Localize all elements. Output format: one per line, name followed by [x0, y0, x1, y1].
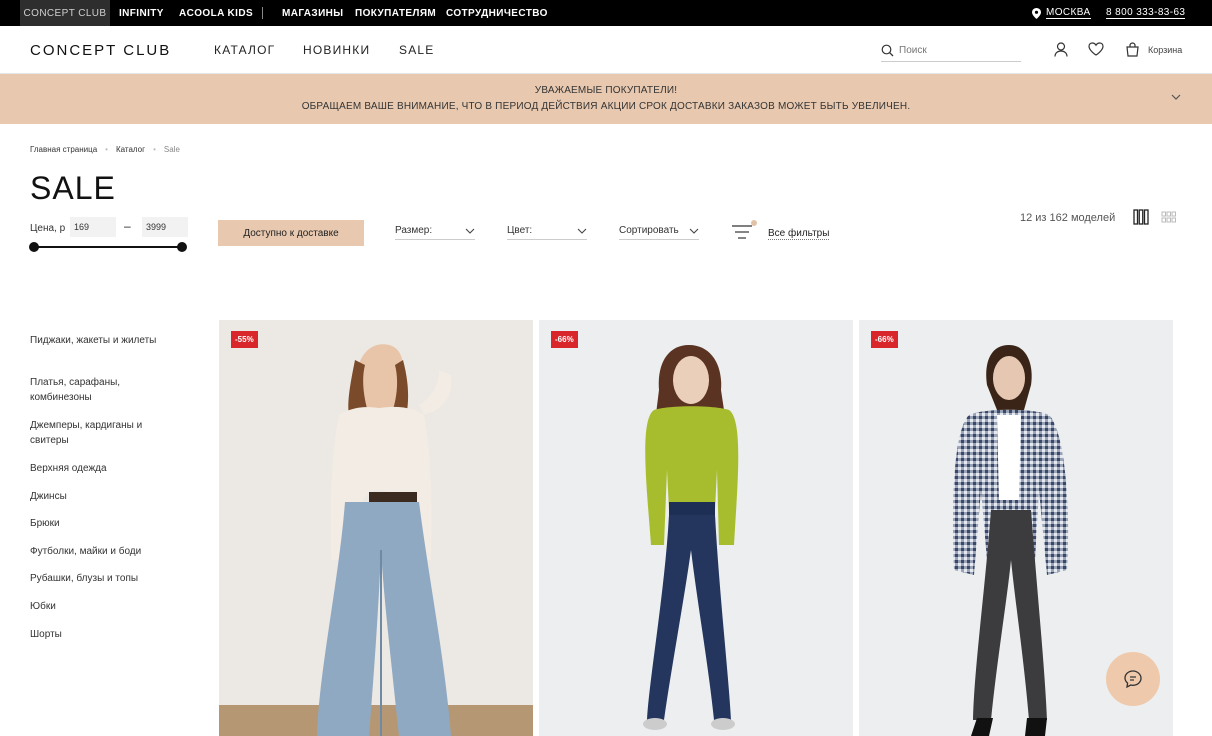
wishlist-button[interactable]: [1087, 40, 1105, 58]
city-name: МОСКВА: [1046, 7, 1091, 19]
product-count: 12 из 162 моделей: [1020, 212, 1116, 224]
search-icon[interactable]: [881, 44, 894, 57]
discount-badge: -66%: [871, 331, 898, 348]
three-column-view-icon[interactable]: [1133, 209, 1149, 225]
grid-view-icon[interactable]: [1161, 209, 1177, 225]
category-skirts[interactable]: Юбки: [30, 599, 180, 614]
category-sweaters[interactable]: Джемперы, кардиганы и свитеры: [30, 418, 180, 448]
price-slider-max-handle[interactable]: [177, 242, 187, 252]
price-slider-track[interactable]: [34, 246, 182, 248]
top-bar: CONCEPT CLUB INFINITY ACOOLA KIDS МАГАЗИ…: [0, 0, 1212, 26]
discount-badge: -55%: [231, 331, 258, 348]
color-dropdown-label: Цвет:: [507, 225, 533, 236]
topbar-divider: [262, 7, 263, 19]
nav-new-arrivals[interactable]: НОВИНКИ: [303, 43, 370, 57]
price-label: Цена, р: [30, 223, 66, 234]
available-for-delivery-button[interactable]: Доступно к доставке: [218, 220, 364, 246]
color-dropdown[interactable]: Цвет:: [507, 222, 587, 240]
search-input[interactable]: [899, 45, 1009, 56]
breadcrumb-home[interactable]: Главная страница: [30, 145, 97, 154]
nav-catalog[interactable]: КАТАЛОГ: [214, 43, 275, 57]
city-selector[interactable]: МОСКВА: [1032, 0, 1091, 26]
chevron-down-icon: [577, 228, 587, 234]
category-dresses[interactable]: Платья, сарафаны, комбинезоны: [30, 375, 180, 405]
site-logo[interactable]: CONCEPT CLUB: [30, 42, 171, 59]
notice-banner: УВАЖАЕМЫЕ ПОКУПАТЕЛИ! ОБРАЩАЕМ ВАШЕ ВНИМ…: [0, 74, 1212, 124]
category-outerwear[interactable]: Верхняя одежда: [30, 461, 180, 476]
category-trousers[interactable]: Брюки: [30, 516, 180, 531]
phone-number: 8 800 333-83-63: [1106, 7, 1186, 19]
topbar-brand-concept-club[interactable]: CONCEPT CLUB: [20, 0, 110, 26]
shopping-bag-icon: [1125, 41, 1139, 57]
price-max-input[interactable]: 3999: [142, 217, 188, 237]
breadcrumb-current: Sale: [163, 145, 180, 154]
chevron-down-icon[interactable]: [1170, 92, 1182, 102]
cart-label[interactable]: Корзина: [1148, 45, 1182, 55]
phone-link[interactable]: 8 800 333-83-63: [1106, 0, 1186, 26]
location-pin-icon: [1032, 7, 1041, 19]
product-image: [219, 320, 533, 736]
discount-badge: -66%: [551, 331, 578, 348]
category-jeans[interactable]: Джинсы: [30, 489, 180, 504]
category-jackets[interactable]: Пиджаки, жакеты и жилеты: [30, 333, 180, 348]
breadcrumb-separator: •: [105, 145, 108, 154]
topbar-link-stores[interactable]: МАГАЗИНЫ: [282, 0, 343, 26]
price-slider-min-handle[interactable]: [29, 242, 39, 252]
price-min-input[interactable]: 169: [70, 217, 116, 237]
size-dropdown[interactable]: Размер:: [395, 222, 475, 240]
topbar-link-customers[interactable]: ПОКУПАТЕЛЯМ: [355, 0, 436, 26]
sort-dropdown[interactable]: Сортировать: [619, 222, 699, 240]
breadcrumb: Главная страница • Каталог • Sale: [30, 145, 180, 154]
filter-icon: [732, 220, 757, 239]
sort-dropdown-label: Сортировать: [619, 225, 679, 236]
topbar-link-partnership[interactable]: СОТРУДНИЧЕСТВО: [446, 0, 548, 26]
breadcrumb-separator: •: [153, 145, 156, 154]
product-card[interactable]: -55%: [219, 320, 533, 736]
breadcrumb-catalog[interactable]: Каталог: [116, 145, 145, 154]
chat-button[interactable]: [1106, 652, 1160, 706]
category-tshirts[interactable]: Футболки, майки и боди: [30, 544, 180, 559]
size-dropdown-label: Размер:: [395, 225, 433, 236]
main-header: CONCEPT CLUB КАТАЛОГ НОВИНКИ SALE Корзин…: [0, 26, 1212, 74]
category-shorts[interactable]: Шорты: [30, 627, 180, 642]
search-bar: [881, 40, 1021, 62]
product-image: [539, 320, 853, 736]
banner-title: УВАЖАЕМЫЕ ПОКУПАТЕЛИ!: [534, 85, 678, 96]
topbar-link-infinity[interactable]: INFINITY: [119, 0, 164, 26]
all-filters-label: Все фильтры: [768, 228, 830, 240]
chat-bubble-icon: [1124, 670, 1142, 689]
chevron-down-icon: [689, 228, 699, 234]
category-shirts[interactable]: Рубашки, блузы и топы: [30, 571, 180, 586]
heart-icon: [1088, 42, 1104, 56]
nav-sale[interactable]: SALE: [399, 43, 435, 57]
user-icon: [1054, 41, 1068, 57]
cart-button[interactable]: [1123, 40, 1141, 58]
price-range-dash: –: [124, 219, 131, 233]
product-card[interactable]: -66%: [539, 320, 853, 736]
all-filters-button[interactable]: Все фильтры: [730, 219, 830, 243]
page-title: SALE: [30, 170, 116, 206]
account-button[interactable]: [1052, 40, 1070, 58]
chevron-down-icon: [465, 228, 475, 234]
topbar-link-acoola-kids[interactable]: ACOOLA KIDS: [179, 0, 253, 26]
banner-message: ОБРАЩАЕМ ВАШЕ ВНИМАНИЕ, ЧТО В ПЕРИОД ДЕЙ…: [301, 101, 911, 112]
